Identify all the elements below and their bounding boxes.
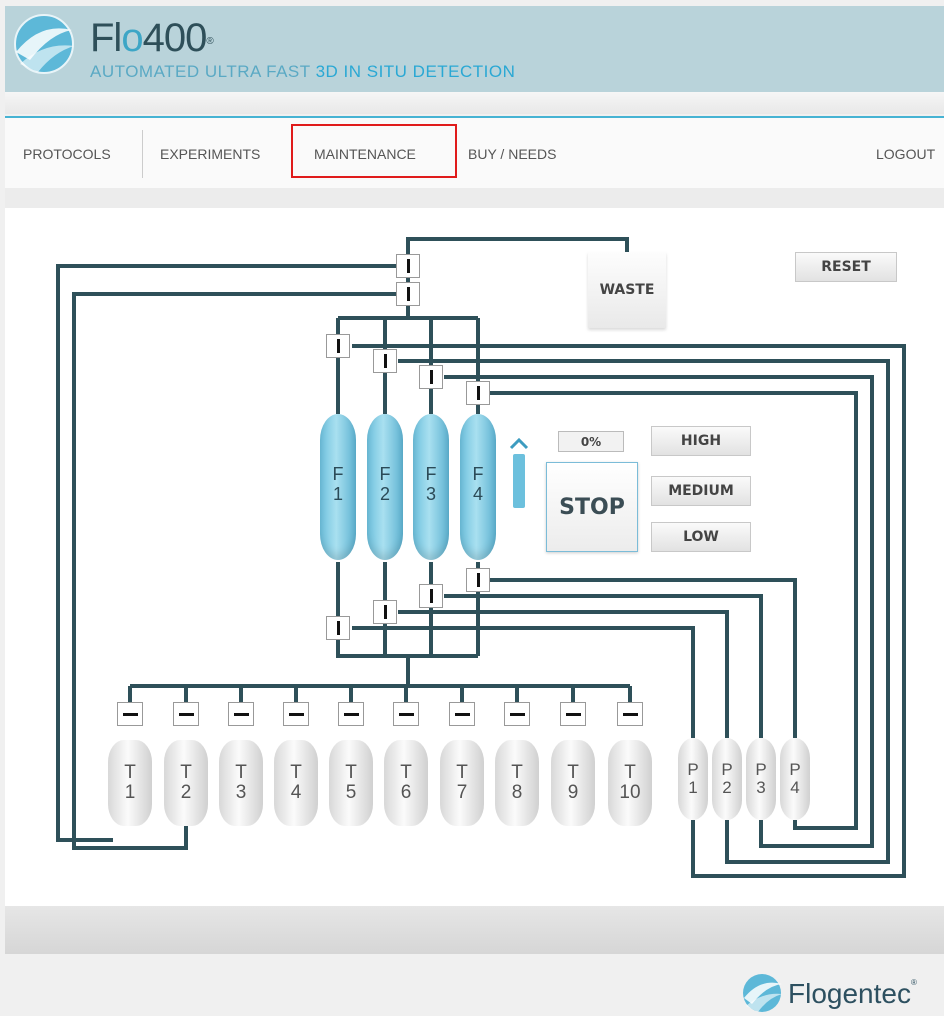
pump-p3[interactable]: P3 bbox=[746, 738, 776, 820]
waste-button[interactable]: WASTE bbox=[588, 252, 666, 328]
flogentec-brand: Flogentec® bbox=[788, 978, 917, 1009]
pump-p1[interactable]: P1 bbox=[678, 738, 708, 820]
pump-p2[interactable]: P2 bbox=[712, 738, 742, 820]
f1-top-valve[interactable] bbox=[326, 334, 350, 358]
t9-valve[interactable] bbox=[560, 702, 586, 726]
tube-t7[interactable]: T7 bbox=[440, 740, 484, 826]
tube-t10[interactable]: T 10 bbox=[608, 740, 652, 826]
tube-t9[interactable]: T9 bbox=[551, 740, 595, 826]
speed-low-button[interactable]: LOW bbox=[651, 522, 751, 552]
t4-valve[interactable] bbox=[283, 702, 309, 726]
speed-medium-button[interactable]: MEDIUM bbox=[651, 476, 751, 506]
t8-valve[interactable] bbox=[504, 702, 530, 726]
t7-valve[interactable] bbox=[449, 702, 475, 726]
tube-t8[interactable]: T8 bbox=[495, 740, 539, 826]
column-f4[interactable]: F4 bbox=[460, 414, 496, 560]
tube-t1[interactable]: T1 bbox=[108, 740, 152, 826]
flogentec-logo-icon bbox=[743, 974, 782, 1012]
tube-t3[interactable]: T3 bbox=[219, 740, 263, 826]
t5-valve[interactable] bbox=[338, 702, 364, 726]
footer-band bbox=[5, 906, 944, 954]
flow-direction-arrow-icon bbox=[509, 437, 529, 508]
f2-bottom-valve[interactable] bbox=[373, 600, 397, 624]
t10-valve[interactable] bbox=[617, 702, 643, 726]
f2-top-valve[interactable] bbox=[373, 349, 397, 373]
f4-top-valve[interactable] bbox=[466, 381, 490, 405]
t1-valve[interactable] bbox=[117, 702, 143, 726]
column-f3[interactable]: F3 bbox=[413, 414, 449, 560]
f1-bottom-valve[interactable] bbox=[326, 616, 350, 640]
pump-p4[interactable]: P4 bbox=[780, 738, 810, 820]
t6-valve[interactable] bbox=[393, 702, 419, 726]
t3-valve[interactable] bbox=[228, 702, 254, 726]
waste-valve[interactable] bbox=[396, 254, 420, 278]
speed-percent-display: 0% bbox=[558, 431, 624, 452]
speed-high-button[interactable]: HIGH bbox=[651, 426, 751, 456]
bypass-valve[interactable] bbox=[396, 282, 420, 306]
tube-t2[interactable]: T2 bbox=[164, 740, 208, 826]
f3-top-valve[interactable] bbox=[419, 365, 443, 389]
f3-bottom-valve[interactable] bbox=[419, 584, 443, 608]
tube-t6[interactable]: T6 bbox=[384, 740, 428, 826]
f4-bottom-valve[interactable] bbox=[466, 568, 490, 592]
column-f2[interactable]: F2 bbox=[367, 414, 403, 560]
tube-t4[interactable]: T4 bbox=[274, 740, 318, 826]
t2-valve[interactable] bbox=[173, 702, 199, 726]
reset-button[interactable]: RESET bbox=[795, 252, 897, 282]
tube-t5[interactable]: T5 bbox=[329, 740, 373, 826]
stop-button[interactable]: STOP bbox=[546, 462, 638, 552]
column-f1[interactable]: F1 bbox=[320, 414, 356, 560]
